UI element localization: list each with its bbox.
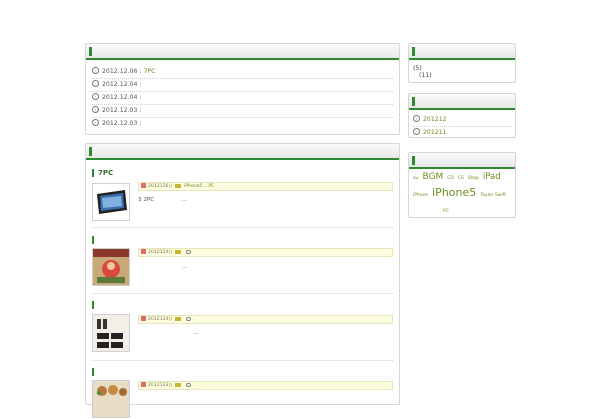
tag-link[interactable]: au [413,176,419,182]
post-title[interactable] [92,301,98,309]
header-accent [89,47,92,56]
calendar-icon [141,249,146,254]
tag-icon [186,382,192,387]
folder-icon [175,183,182,188]
archive-link[interactable]: 201212 [423,116,447,123]
post-meta: 2012126() iPhone5... PC [138,182,393,191]
news-row[interactable]: › 2012.12.03 : [92,105,393,118]
tag-cloud-panel-header [409,153,515,169]
news-row[interactable]: › 2012.12.06 : 7PC [92,66,393,79]
header-accent [412,156,415,165]
post-excerpt: 3 2PC [138,197,155,203]
posts-panel: 7PC 2012126() iPhone5... PC 3 2PC ... 201… [85,143,400,418]
tablet-image [97,190,127,214]
post-title[interactable] [92,368,98,376]
categories-panel: (5) (11) [408,43,516,83]
header-accent [89,147,92,156]
post-categories[interactable]: iPhone5... PC [184,184,214,189]
post-separator [92,293,393,294]
post-date: 2012123() [148,383,173,388]
news-panel: › 2012.12.06 : 7PC › 2012.12.04 : › 2012.12… [85,43,400,135]
post-date: 2012124() [148,250,173,255]
archives-panel-header [409,94,515,110]
post-excerpt-more: ... [182,197,188,203]
post-separator [92,227,393,228]
news-date: 2012.12.06 : [102,68,142,75]
news-panel-header [86,44,399,60]
arrow-circle-icon: › [413,114,420,122]
book-cover-image [93,315,129,351]
post-categories[interactable]: .. [193,383,196,388]
category-count[interactable]: (5) [413,65,422,72]
tag-link[interactable]: iPad [483,173,501,182]
tag-cloud-line3: PC [443,207,451,215]
calendar-icon [141,382,146,387]
post-thumbnail[interactable] [92,183,130,221]
tag-link[interactable]: Taylor Swift [480,193,506,199]
post-excerpt-more: ... [182,264,188,270]
post-meta: 2012123().. [138,381,393,390]
post-categories[interactable]: .. [193,317,196,322]
news-row[interactable]: › 2012.12.03 : [92,118,393,130]
archive-item[interactable]: › 201211 [413,127,511,139]
tag-cloud-line2: iPhone iPhone5 Taylor Swift [413,187,517,199]
tag-link[interactable]: iPhone [413,193,428,199]
folder-icon [175,316,182,321]
arrow-circle-icon: › [92,92,99,100]
post-thumbnail[interactable] [92,248,130,286]
manga-cover-image [93,249,129,285]
arrow-circle-icon: › [92,79,99,87]
tag-link[interactable]: iPhone5 [432,187,476,198]
tag-icon [186,249,192,254]
tag-link[interactable]: PC [443,209,449,215]
category-count[interactable]: (11) [419,72,432,79]
post-date: 2012124() [148,317,173,322]
calendar-icon [141,183,146,188]
news-date: 2012.12.03 : [102,107,142,114]
title-accent [92,368,94,376]
categories-panel-header [409,44,515,60]
news-date: 2012.12.04 : [102,94,142,101]
news-title[interactable]: 7PC [143,68,155,75]
arrow-circle-icon: › [92,118,99,126]
post-meta: 2012124().. [138,315,393,324]
tag-icon [186,316,192,321]
food-image [93,381,129,417]
folder-icon [175,249,182,254]
archive-item[interactable]: › 201212 [413,114,511,127]
archive-link[interactable]: 201211 [423,129,447,136]
post-title[interactable] [92,236,98,244]
posts-panel-header [86,144,399,160]
arrow-circle-icon: › [92,66,99,74]
arrow-circle-icon: › [92,105,99,113]
post-meta: 2012124() [138,248,393,257]
header-accent [412,47,415,56]
post-separator [92,360,393,361]
news-row[interactable]: › 2012.12.04 : [92,92,393,105]
news-date: 2012.12.04 : [102,81,142,88]
post-thumbnail[interactable] [92,314,130,352]
header-accent [412,97,415,106]
tag-cloud: au BGM CD CS Shop iPad [413,173,513,182]
post-date: 2012126() [148,184,173,189]
title-accent [92,301,94,309]
news-date: 2012.12.03 : [102,120,142,127]
tag-cloud-panel: au BGM CD CS Shop iPad iPhone iPhone5 Ta… [408,152,516,218]
title-accent [92,236,94,244]
tag-link[interactable]: CD [447,176,454,182]
post-thumbnail[interactable] [92,380,130,418]
tag-link[interactable]: Shop [468,176,479,182]
news-row[interactable]: › 2012.12.04 : [92,79,393,92]
arrow-circle-icon: › [413,127,420,135]
tag-link[interactable]: CS [458,176,464,182]
tag-link[interactable]: BGM [423,173,444,182]
post-title-text[interactable]: 7PC [98,169,113,177]
post-title[interactable]: 7PC [92,169,113,177]
calendar-icon [141,316,146,321]
folder-icon [175,382,182,387]
archives-panel: › 201212 › 201211 [408,93,516,138]
post-excerpt-more: ... [193,330,199,336]
title-accent [92,169,94,177]
